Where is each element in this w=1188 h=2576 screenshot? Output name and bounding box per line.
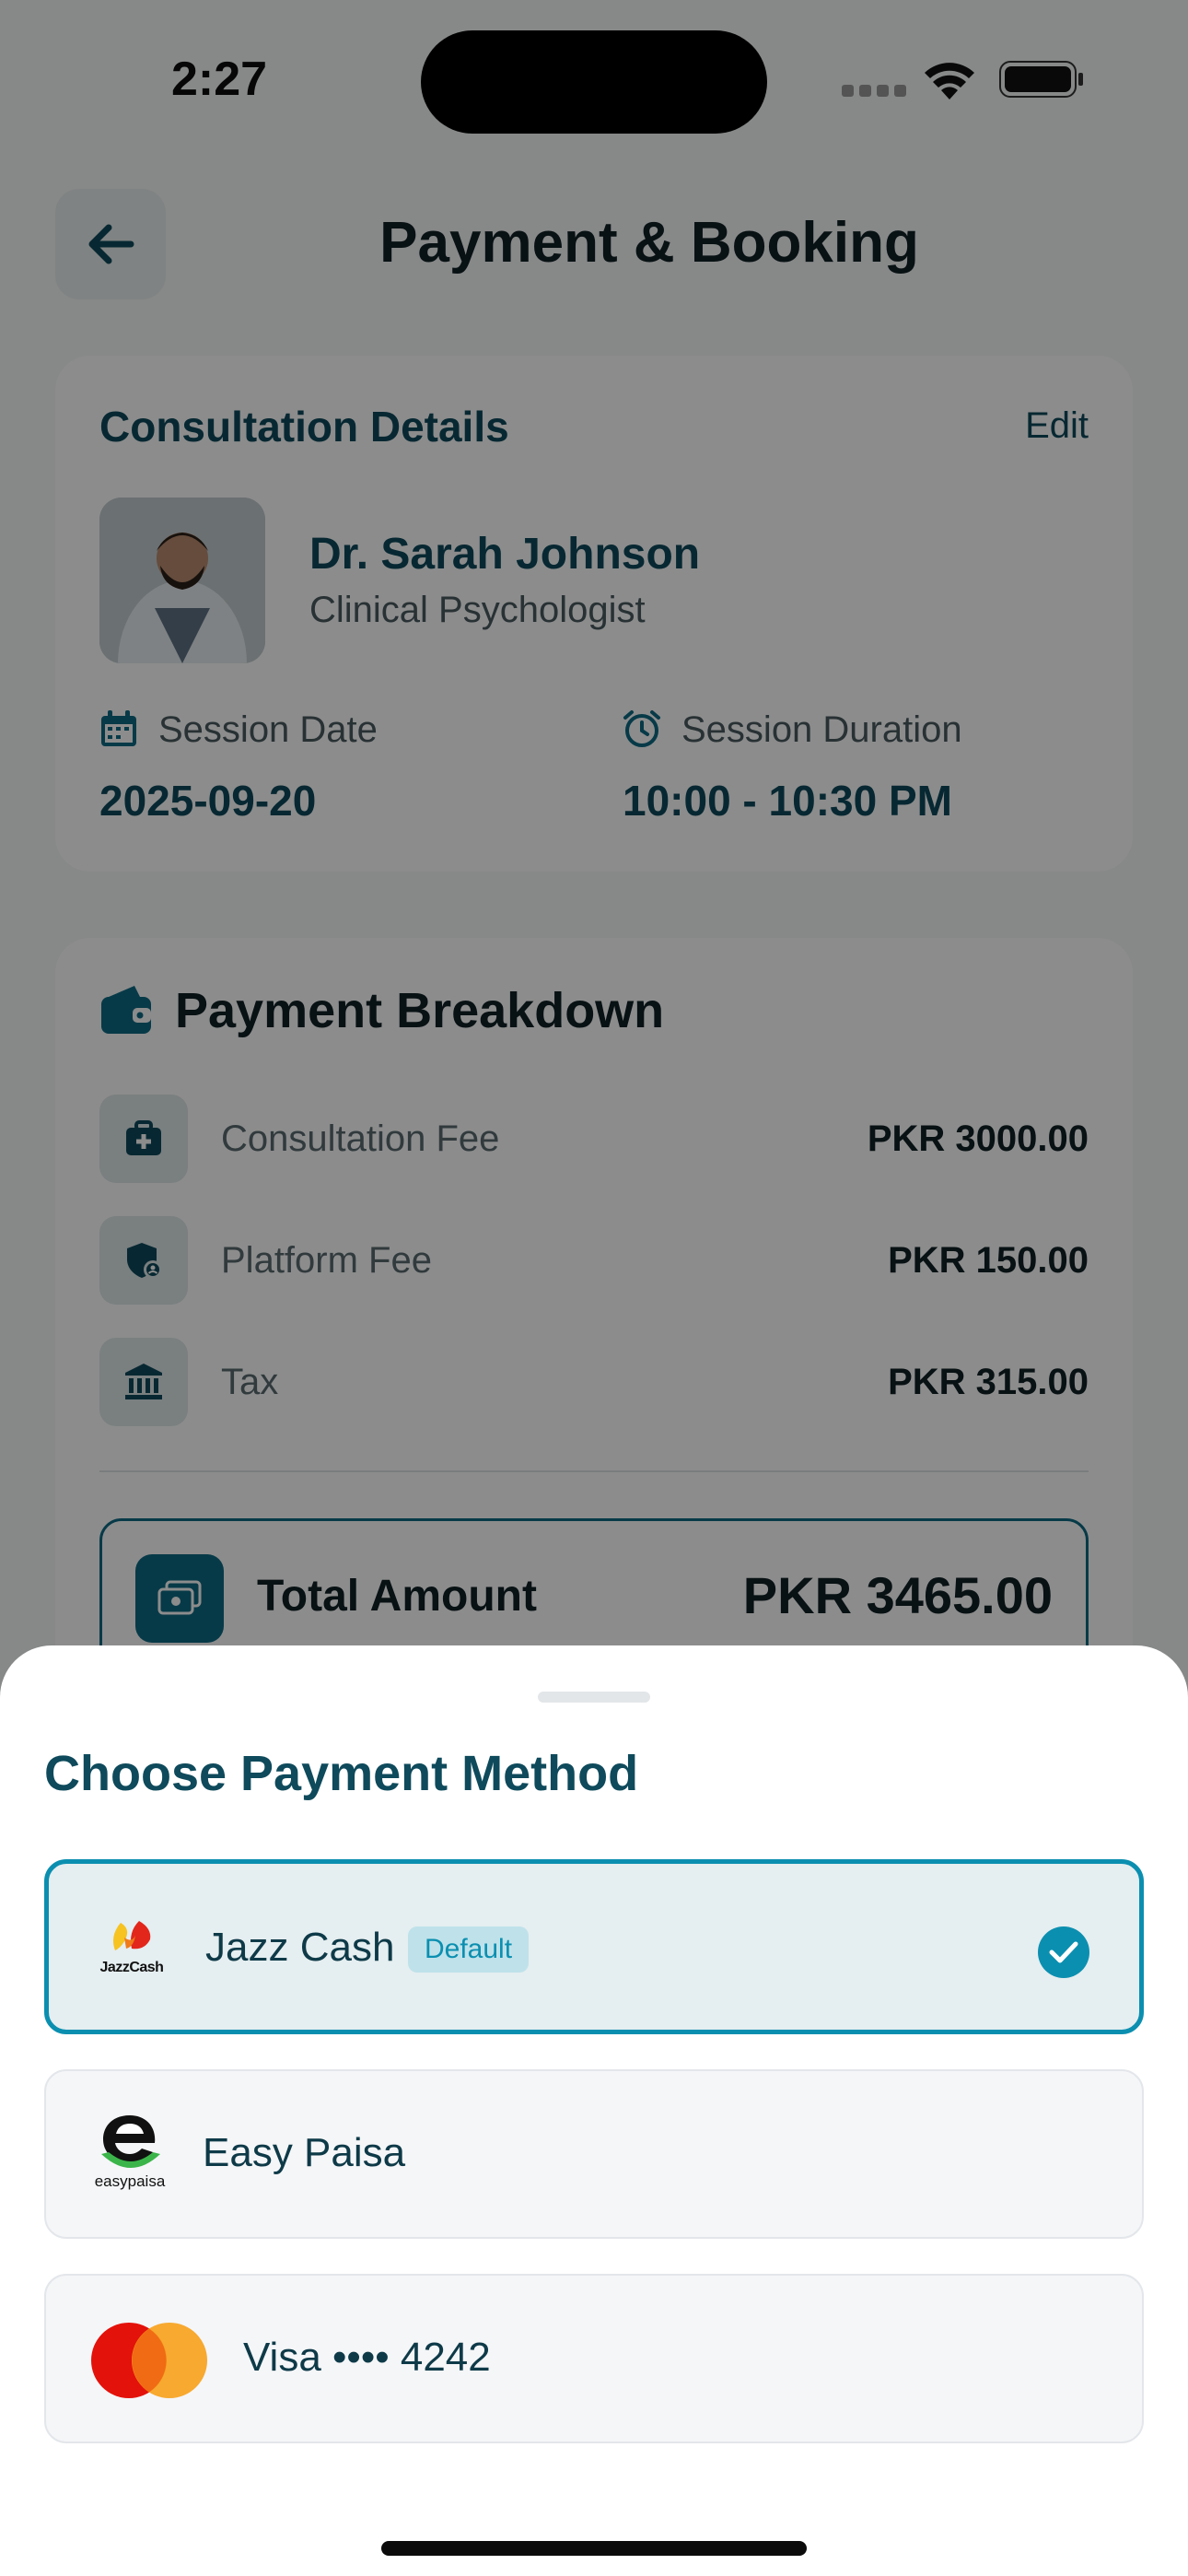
easypaisa-logo: easypaisa [88, 2112, 171, 2193]
jazzcash-logo: JazzCash [93, 1915, 170, 1982]
payment-method-sheet: Choose Payment Method JazzCash Jazz Cash… [0, 1645, 1188, 2576]
method-label: Easy Paisa [203, 2130, 406, 2175]
mastercard-logo [91, 2323, 207, 2398]
method-label: Visa •••• 4242 [243, 2335, 491, 2380]
default-badge: Default [408, 1926, 530, 1973]
payment-method-visa[interactable]: Visa •••• 4242 [44, 2274, 1144, 2443]
sheet-title: Choose Payment Method [44, 1746, 639, 1801]
checkmark-icon [1038, 1926, 1089, 1978]
payment-method-jazzcash[interactable]: JazzCash Jazz Cash Default [44, 1859, 1144, 2034]
easypaisa-logo-text: easypaisa [94, 2172, 166, 2190]
method-label: Jazz Cash [205, 1925, 395, 1970]
jazzcash-logo-text: JazzCash [99, 1960, 164, 1975]
home-indicator [381, 2541, 807, 2556]
payment-method-easypaisa[interactable]: easypaisa Easy Paisa [44, 2069, 1144, 2239]
sheet-grabber[interactable] [538, 1692, 650, 1703]
